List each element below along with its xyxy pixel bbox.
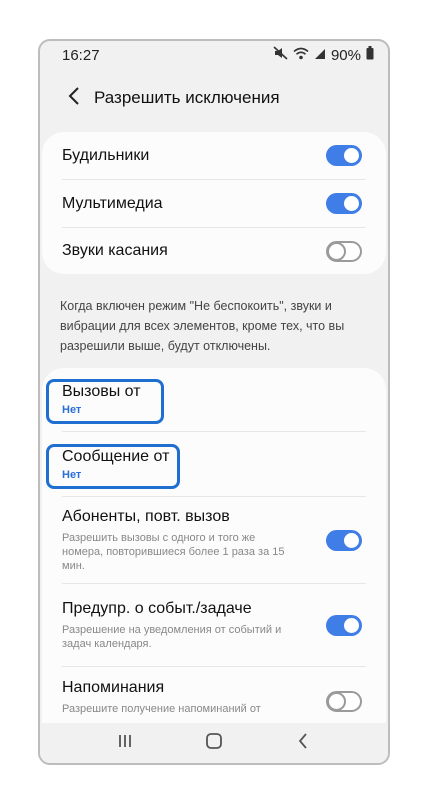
info-text: Когда включен режим "Не беспокоить", зву… <box>60 299 345 353</box>
alarms-toggle[interactable] <box>326 145 362 166</box>
events-row[interactable]: Предупр. о событ./задаче Разрешение на у… <box>42 584 386 666</box>
repeat-callers-row[interactable]: Абоненты, повт. вызов Разрешить вызовы с… <box>42 497 386 583</box>
nav-back-button[interactable] <box>283 726 323 760</box>
reminders-description: Разрешите получение напоминаний от <box>62 703 261 715</box>
calls-from-label: Вызовы от <box>62 383 141 400</box>
reminders-label: Напоминания <box>62 679 165 696</box>
repeat-callers-label: Абоненты, повт. вызов <box>62 507 230 525</box>
back-button[interactable] <box>54 78 94 118</box>
reminders-row[interactable]: Напоминания Разрешите получение напомина… <box>42 667 386 728</box>
alarms-row[interactable]: Будильники <box>42 132 386 179</box>
status-bar: 16:27 90% <box>40 41 388 69</box>
alarms-label: Будильники <box>62 146 150 164</box>
calls-from-row[interactable]: Вызовы от Нет <box>42 368 386 431</box>
page-title: Разрешить исключения <box>94 88 280 107</box>
app-bar: Разрешить исключения <box>40 75 388 121</box>
battery-percent: 90% <box>330 46 361 64</box>
home-button[interactable] <box>194 726 234 760</box>
battery-icon <box>366 46 374 64</box>
touch-sounds-label: Звуки касания <box>62 242 168 259</box>
home-icon <box>205 732 223 755</box>
recents-icon <box>117 733 133 754</box>
multimedia-row[interactable]: Мультимедиа <box>42 180 386 227</box>
events-toggle[interactable] <box>326 614 362 636</box>
signal-icon <box>314 47 326 64</box>
events-label: Предупр. о событ./задаче <box>62 599 252 617</box>
repeat-callers-description: Разрешить вызовы с одного и того же номе… <box>62 531 285 572</box>
messages-from-row[interactable]: Сообщение от Нет <box>42 432 386 496</box>
reminders-toggle[interactable] <box>326 691 362 712</box>
phone-frame: 16:27 90% Разрешить исключения Будильник… <box>38 39 390 765</box>
touch-sounds-row[interactable]: Звуки касания <box>42 228 386 274</box>
touch-sounds-toggle[interactable] <box>326 240 362 262</box>
navigation-bar <box>40 723 388 763</box>
calls-from-value: Нет <box>62 404 82 416</box>
messages-from-value: Нет <box>62 468 82 481</box>
recents-button[interactable] <box>105 726 145 760</box>
wifi-icon <box>293 47 309 64</box>
back-arrow-icon <box>68 86 80 110</box>
messages-from-label: Сообщение от <box>62 447 170 465</box>
back-icon <box>297 732 309 755</box>
multimedia-label: Мультимедиа <box>62 194 163 212</box>
status-time: 16:27 <box>62 46 100 64</box>
repeat-callers-toggle[interactable] <box>326 529 362 551</box>
multimedia-toggle[interactable] <box>326 193 362 214</box>
mute-icon <box>273 46 288 64</box>
events-description: Разрешение на уведомления от событий и з… <box>62 623 282 650</box>
toggles-card: Будильники Мультимедиа Звуки касания <box>42 132 386 274</box>
exceptions-card: Вызовы от Нет Сообщение от Нет Абоненты,… <box>42 368 386 728</box>
